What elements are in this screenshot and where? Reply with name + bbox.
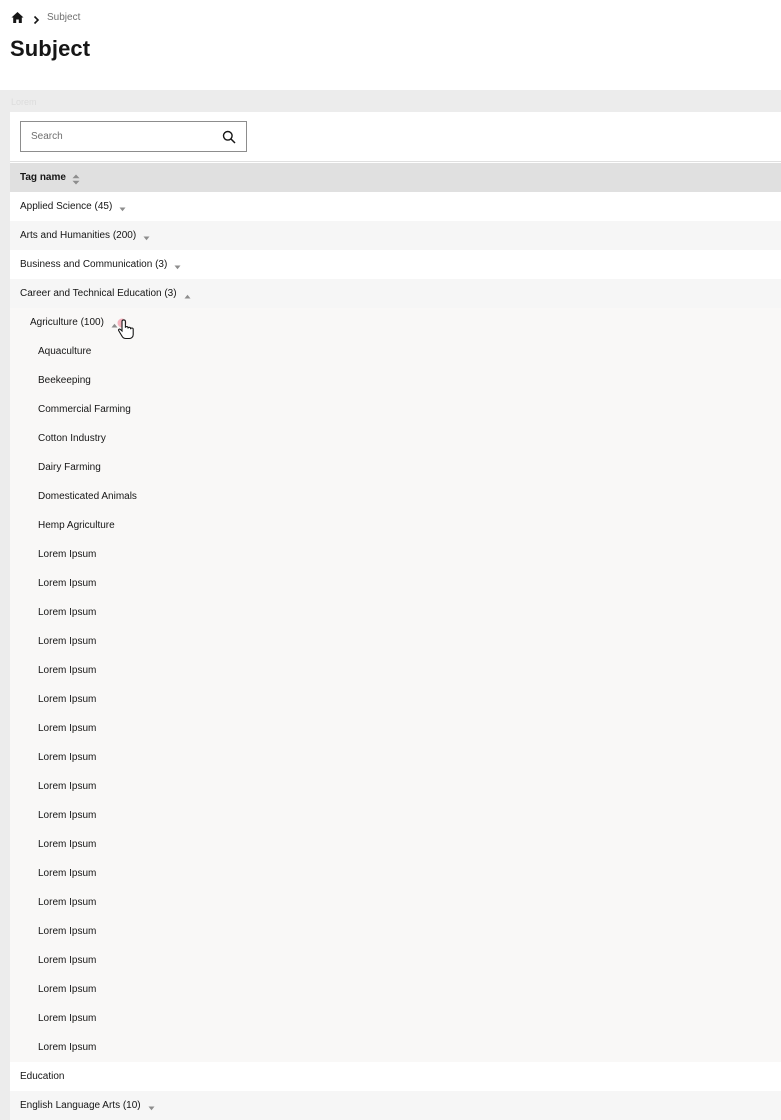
table-row-child[interactable]: Beekeeping <box>10 366 781 395</box>
section-label: Lorem <box>11 97 37 107</box>
table-row-child[interactable]: Cotton Industry <box>10 424 781 453</box>
row-label: Lorem Ipsum <box>38 839 97 850</box>
breadcrumb-current: Subject <box>47 11 81 23</box>
table-row-child[interactable]: Lorem Ipsum <box>10 830 781 859</box>
table-row-child[interactable]: Lorem Ipsum <box>10 1033 781 1062</box>
row-label: Agriculture (100) <box>30 317 104 328</box>
tag-table-panel: Tag name Applied Science (45) Arts and Hu… <box>10 112 781 1120</box>
table-row-child[interactable]: Lorem Ipsum <box>10 1004 781 1033</box>
table-row[interactable]: Education <box>10 1062 781 1091</box>
row-label: Lorem Ipsum <box>38 549 97 560</box>
row-label: Lorem Ipsum <box>38 578 97 589</box>
row-label: Aquaculture <box>38 346 92 357</box>
table-row[interactable]: Arts and Humanities (200) <box>10 221 781 250</box>
row-label: Lorem Ipsum <box>38 868 97 879</box>
row-label: Lorem Ipsum <box>38 607 97 618</box>
row-label: Lorem Ipsum <box>38 955 97 966</box>
breadcrumb: Subject <box>11 9 80 25</box>
table-header-tag-name[interactable]: Tag name <box>10 163 781 192</box>
row-label: Business and Communication (3) <box>20 259 168 270</box>
table-row-subgroup[interactable]: Agriculture (100) <box>10 308 781 337</box>
table-body: Applied Science (45) Arts and Humanities … <box>10 192 781 1120</box>
row-label: Domesticated Animals <box>38 491 137 502</box>
caret-up-icon[interactable] <box>184 291 191 299</box>
search-input[interactable] <box>21 122 216 151</box>
row-label: Lorem Ipsum <box>38 752 97 763</box>
column-header-label: Tag name <box>20 172 66 183</box>
page-header: Subject Subject <box>0 0 781 90</box>
table-row-child[interactable]: Lorem Ipsum <box>10 917 781 946</box>
table-row-child[interactable]: Lorem Ipsum <box>10 685 781 714</box>
sort-icon[interactable] <box>72 172 80 185</box>
table-toolbar <box>10 112 781 162</box>
table-row-child[interactable]: Lorem Ipsum <box>10 540 781 569</box>
row-label: Lorem Ipsum <box>38 636 97 647</box>
table-row-child[interactable]: Lorem Ipsum <box>10 975 781 1004</box>
caret-up-icon[interactable] <box>111 320 118 328</box>
row-label: Lorem Ipsum <box>38 1042 97 1053</box>
row-label: Lorem Ipsum <box>38 897 97 908</box>
table-row[interactable]: English Language Arts (10) <box>10 1091 781 1120</box>
row-label: Lorem Ipsum <box>38 694 97 705</box>
search-icon[interactable] <box>222 130 236 144</box>
table-row-child[interactable]: Lorem Ipsum <box>10 801 781 830</box>
table-row-child[interactable]: Hemp Agriculture <box>10 511 781 540</box>
row-label: Education <box>20 1071 65 1082</box>
row-label: Lorem Ipsum <box>38 723 97 734</box>
table-row-child[interactable]: Lorem Ipsum <box>10 714 781 743</box>
chevron-right-icon <box>31 12 41 25</box>
table-row-child[interactable]: Lorem Ipsum <box>10 859 781 888</box>
page-title: Subject <box>10 36 91 61</box>
table-row-child[interactable]: Domesticated Animals <box>10 482 781 511</box>
caret-down-icon[interactable] <box>148 1103 155 1111</box>
row-label: Lorem Ipsum <box>38 810 97 821</box>
row-label: Beekeeping <box>38 375 91 386</box>
row-label: English Language Arts (10) <box>20 1100 141 1111</box>
search-box <box>20 121 247 152</box>
caret-down-icon[interactable] <box>143 233 150 241</box>
table-row-child[interactable]: Dairy Farming <box>10 453 781 482</box>
table-row[interactable]: Career and Technical Education (3) <box>10 279 781 308</box>
table-row-child[interactable]: Lorem Ipsum <box>10 569 781 598</box>
caret-down-icon[interactable] <box>119 204 126 212</box>
table-row-child[interactable]: Lorem Ipsum <box>10 656 781 685</box>
table-row-child[interactable]: Lorem Ipsum <box>10 743 781 772</box>
table-row-child[interactable]: Lorem Ipsum <box>10 627 781 656</box>
caret-down-icon[interactable] <box>174 262 181 270</box>
row-label: Cotton Industry <box>38 433 106 444</box>
row-label: Lorem Ipsum <box>38 1013 97 1024</box>
table-row-child[interactable]: Commercial Farming <box>10 395 781 424</box>
row-label: Dairy Farming <box>38 462 101 473</box>
table-row[interactable]: Applied Science (45) <box>10 192 781 221</box>
row-label: Arts and Humanities (200) <box>20 230 137 241</box>
table-row-child[interactable]: Lorem Ipsum <box>10 888 781 917</box>
row-label: Lorem Ipsum <box>38 781 97 792</box>
row-label: Lorem Ipsum <box>38 984 97 995</box>
table-row-child[interactable]: Aquaculture <box>10 337 781 366</box>
table-row[interactable]: Business and Communication (3) <box>10 250 781 279</box>
row-label: Lorem Ipsum <box>38 665 97 676</box>
row-label: Career and Technical Education (3) <box>20 288 177 299</box>
home-icon[interactable] <box>11 11 24 24</box>
table-row-child[interactable]: Lorem Ipsum <box>10 772 781 801</box>
row-label: Commercial Farming <box>38 404 131 415</box>
table-row-child[interactable]: Lorem Ipsum <box>10 946 781 975</box>
table-row-child[interactable]: Lorem Ipsum <box>10 598 781 627</box>
row-label: Lorem Ipsum <box>38 926 97 937</box>
row-label: Applied Science (45) <box>20 201 113 212</box>
row-label: Hemp Agriculture <box>38 520 115 531</box>
